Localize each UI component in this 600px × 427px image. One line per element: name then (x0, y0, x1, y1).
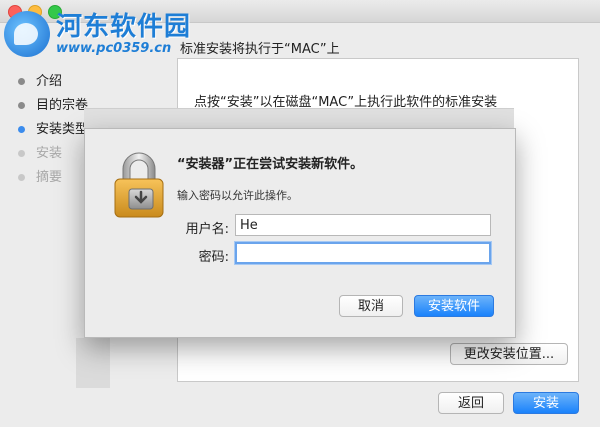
watermark-site-name: 河东软件园 (56, 11, 192, 42)
dialog-message: 输入密码以允许此操作。 (177, 189, 298, 202)
dialog-title: “安装器”正在尝试安装新软件。 (177, 157, 364, 172)
step-label: 目的宗卷 (36, 98, 89, 113)
step-dot-icon (18, 150, 25, 157)
watermark-logo-icon (4, 11, 50, 57)
username-label: 用户名: (185, 222, 229, 237)
step-introduction: 介绍 (0, 70, 170, 94)
step-dot-icon (18, 102, 25, 109)
change-install-location-button[interactable]: 更改安装位置... (450, 343, 568, 365)
username-field[interactable] (235, 214, 491, 236)
site-watermark: 河东软件园 www.pc0359.cn (4, 10, 191, 58)
step-label: 安装类型 (36, 122, 89, 137)
install-button[interactable]: 安装 (513, 392, 579, 414)
step-label: 安装 (36, 146, 63, 161)
step-dot-icon (18, 78, 25, 85)
step-dot-icon (18, 174, 25, 181)
back-button[interactable]: 返回 (438, 392, 504, 414)
password-field[interactable] (235, 242, 491, 264)
step-dot-icon (18, 126, 25, 133)
cancel-button[interactable]: 取消 (339, 295, 403, 317)
auth-dialog: “安装器”正在尝试安装新软件。 输入密码以允许此操作。 用户名: 密码: 取消 … (84, 128, 516, 338)
window-shadow (76, 338, 110, 388)
watermark-url: www.pc0359.cn (56, 40, 172, 56)
install-header: 标准安装将执行于“MAC”上 (180, 42, 340, 57)
password-label: 密码: (198, 250, 229, 265)
lock-icon (109, 149, 169, 219)
step-label: 摘要 (36, 170, 63, 185)
install-software-button[interactable]: 安装软件 (414, 295, 494, 317)
step-label: 介绍 (36, 74, 63, 89)
watermark-text: 河东软件园 www.pc0359.cn (56, 13, 191, 56)
